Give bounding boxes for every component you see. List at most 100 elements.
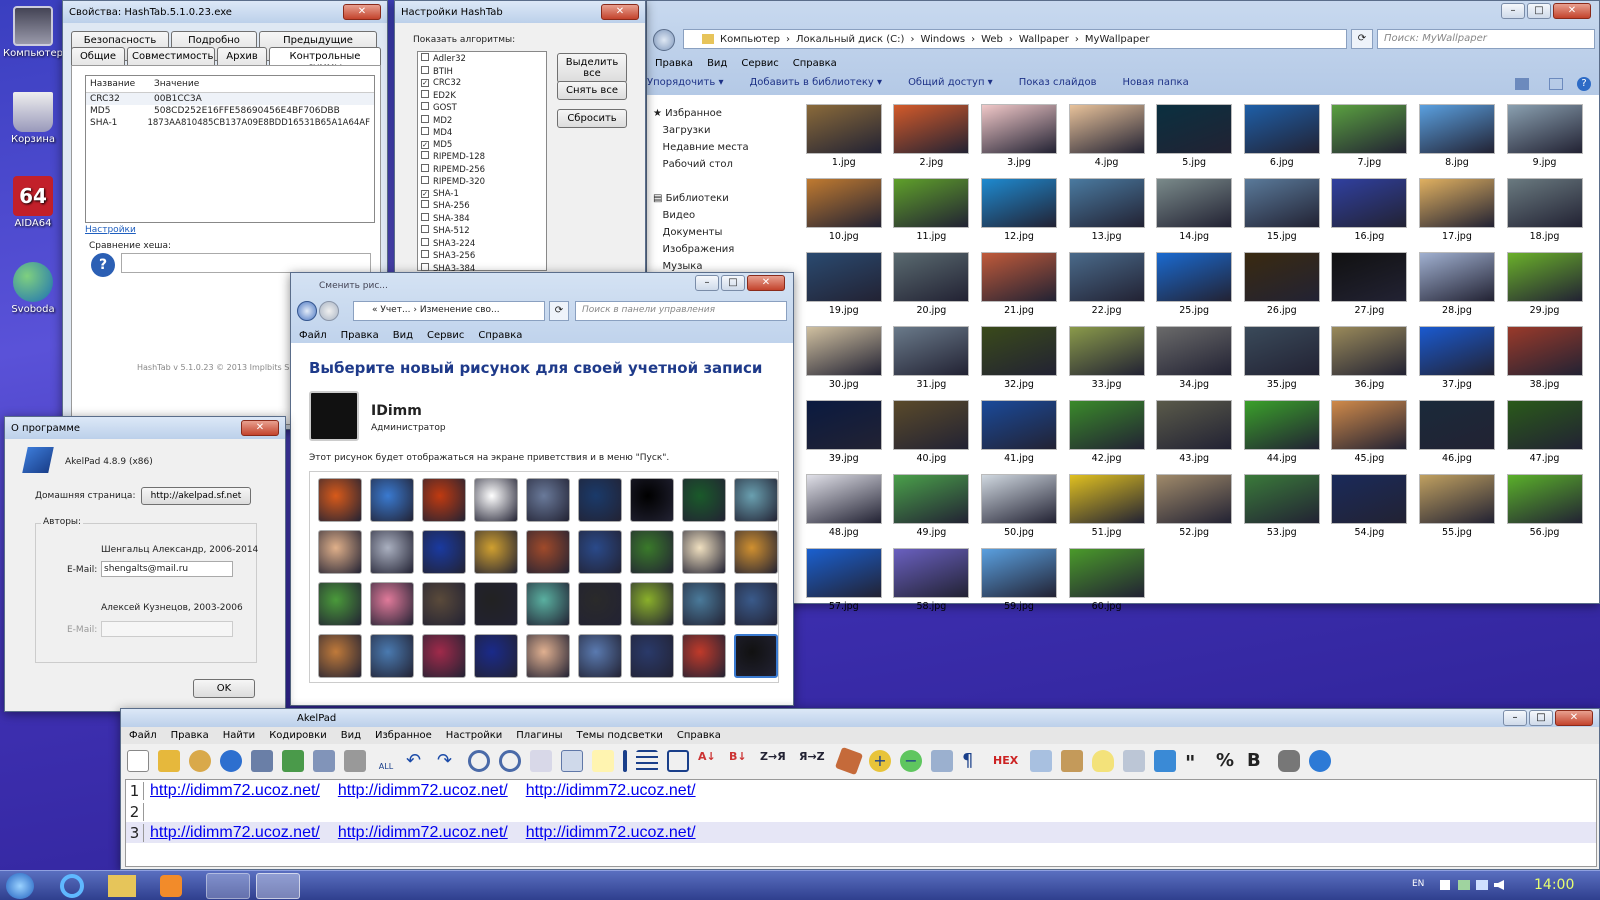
avatar-option[interactable] bbox=[370, 530, 414, 574]
file-thumbnail[interactable]: 46.jpg bbox=[1413, 400, 1501, 464]
column-mode-icon[interactable] bbox=[623, 750, 627, 772]
file-thumbnail[interactable]: 36.jpg bbox=[1326, 326, 1414, 390]
code-fold-icon[interactable] bbox=[1030, 750, 1052, 772]
avatar-option[interactable] bbox=[370, 634, 414, 678]
file-thumbnail[interactable]: 48.jpg bbox=[800, 474, 888, 538]
flag-icon[interactable] bbox=[1440, 880, 1450, 890]
word-wrap-icon[interactable] bbox=[561, 750, 583, 772]
file-thumbnail[interactable]: 32.jpg bbox=[975, 326, 1063, 390]
file-thumbnail[interactable]: 59.jpg bbox=[975, 548, 1063, 612]
file-thumbnail[interactable]: 13.jpg bbox=[1063, 178, 1151, 242]
replace-icon[interactable] bbox=[499, 750, 521, 772]
home-page-link[interactable]: http://akelpad.sf.net bbox=[141, 487, 251, 505]
convert-lat-cyr-icon[interactable]: Z→Я bbox=[760, 750, 790, 772]
checkbox[interactable] bbox=[421, 176, 429, 184]
nav-recent[interactable]: Недавние места bbox=[653, 139, 749, 156]
file-thumbnail[interactable]: 51.jpg bbox=[1063, 474, 1151, 538]
view-options-icon[interactable] bbox=[1515, 78, 1529, 90]
menu-item[interactable]: Избранное bbox=[375, 730, 432, 741]
file-thumbnail[interactable]: 4.jpg bbox=[1063, 104, 1151, 168]
column-header-name[interactable]: Название bbox=[90, 79, 154, 89]
close-icon[interactable]: ✕ bbox=[241, 420, 279, 436]
file-thumbnail[interactable]: 25.jpg bbox=[1150, 252, 1238, 316]
checkbox[interactable] bbox=[421, 53, 429, 61]
file-thumbnail[interactable]: 27.jpg bbox=[1326, 252, 1414, 316]
plugin-icon[interactable] bbox=[1309, 750, 1331, 772]
desktop-icon-computer[interactable]: Компьютер bbox=[2, 6, 64, 59]
hex-icon[interactable]: HEX bbox=[993, 750, 1021, 772]
explorer-taskbar-icon[interactable] bbox=[108, 875, 136, 897]
algorithm-checkbox[interactable]: SHA-384 bbox=[421, 212, 543, 226]
breadcrumb-item[interactable]: Компьютер bbox=[720, 34, 780, 45]
find-icon[interactable] bbox=[189, 750, 211, 772]
close-icon[interactable]: ✕ bbox=[1555, 710, 1593, 726]
zoom-out-icon[interactable]: − bbox=[900, 750, 922, 772]
file-thumbnail[interactable]: 17.jpg bbox=[1413, 178, 1501, 242]
new-folder-button[interactable]: Новая папка bbox=[1122, 77, 1188, 88]
volume-icon[interactable] bbox=[1494, 880, 1504, 890]
algorithm-checkbox[interactable]: SHA3-224 bbox=[421, 237, 543, 251]
nav-documents[interactable]: Документы bbox=[653, 224, 749, 241]
clear-all-button[interactable]: Снять все bbox=[557, 81, 627, 100]
algorithm-checkbox[interactable]: ✓ SHA-1 bbox=[421, 189, 543, 201]
refresh-icon[interactable]: ⟳ bbox=[549, 301, 569, 321]
hash-row[interactable]: SHA-1 1873AA810485CB137A09E8BDD16531B65A1… bbox=[86, 117, 374, 129]
control-panel-taskbar-button[interactable] bbox=[206, 873, 250, 899]
column-header-value[interactable]: Значение bbox=[154, 79, 199, 89]
bold-icon[interactable]: B bbox=[1247, 750, 1269, 772]
checkbox[interactable] bbox=[421, 127, 429, 135]
save-icon[interactable] bbox=[251, 750, 273, 772]
url-link[interactable]: http://idimm72.ucoz.net/ bbox=[338, 782, 508, 800]
algorithm-checkbox[interactable]: ✓ MD5 bbox=[421, 140, 543, 152]
avatar-option[interactable] bbox=[682, 582, 726, 626]
file-thumbnail[interactable]: 8.jpg bbox=[1413, 104, 1501, 168]
checkbox[interactable] bbox=[421, 114, 429, 123]
file-thumbnail[interactable]: 54.jpg bbox=[1326, 474, 1414, 538]
maximize-icon[interactable]: □ bbox=[721, 275, 745, 291]
help-icon[interactable]: ? bbox=[1577, 77, 1591, 91]
desktop-icon-svoboda[interactable]: Svoboda bbox=[2, 262, 64, 315]
file-thumbnail[interactable]: 58.jpg bbox=[888, 548, 976, 612]
url-link[interactable]: http://idimm72.ucoz.net/ bbox=[526, 824, 696, 842]
desktop-icon-recycle[interactable]: Корзина bbox=[2, 92, 64, 145]
menu-item[interactable]: Сервис bbox=[741, 58, 778, 69]
file-thumbnail[interactable]: 26.jpg bbox=[1238, 252, 1326, 316]
file-thumbnail[interactable]: 10.jpg bbox=[800, 178, 888, 242]
avatar-option[interactable] bbox=[422, 634, 466, 678]
avatar-option[interactable] bbox=[318, 634, 362, 678]
lightbulb-icon[interactable] bbox=[1092, 750, 1114, 772]
menu-item[interactable]: Вид bbox=[707, 58, 727, 69]
avatar-option[interactable] bbox=[630, 478, 674, 522]
avatar-option[interactable] bbox=[422, 478, 466, 522]
akelpad-taskbar-button[interactable] bbox=[256, 873, 300, 899]
minimize-icon[interactable]: – bbox=[1503, 710, 1527, 726]
close-icon[interactable]: ✕ bbox=[1553, 3, 1591, 19]
compare-hash-input[interactable] bbox=[121, 253, 371, 273]
checkbox[interactable] bbox=[421, 200, 429, 208]
algorithm-checkbox[interactable]: ✓ CRC32 bbox=[421, 78, 543, 90]
algorithm-checkbox[interactable]: RIPEMD-256 bbox=[421, 163, 543, 177]
breadcrumb-item[interactable]: MyWallpaper bbox=[1085, 34, 1150, 45]
speaker-icon[interactable] bbox=[1278, 750, 1300, 772]
checkbox[interactable]: ✓ bbox=[421, 189, 429, 198]
file-thumbnail[interactable]: 28.jpg bbox=[1413, 252, 1501, 316]
avatar-option[interactable] bbox=[370, 582, 414, 626]
close-icon[interactable]: ✕ bbox=[343, 4, 381, 20]
file-thumbnail[interactable]: 57.jpg bbox=[800, 548, 888, 612]
file-thumbnail[interactable]: 29.jpg bbox=[1501, 252, 1589, 316]
algorithm-checkbox[interactable]: MD4 bbox=[421, 127, 543, 140]
file-thumbnail[interactable]: 53.jpg bbox=[1238, 474, 1326, 538]
file-thumbnail[interactable]: 7.jpg bbox=[1326, 104, 1414, 168]
algorithm-checkbox[interactable]: SHA-512 bbox=[421, 225, 543, 238]
avatar-option[interactable] bbox=[474, 530, 518, 574]
preview-pane-icon[interactable] bbox=[1549, 78, 1563, 90]
algorithm-checkbox[interactable]: RIPEMD-320 bbox=[421, 176, 543, 189]
address-bar[interactable]: « Учет... › Изменение сво... bbox=[353, 301, 545, 321]
menu-item[interactable]: Сервис bbox=[427, 330, 464, 341]
file-thumbnail[interactable]: 34.jpg bbox=[1150, 326, 1238, 390]
address-bar[interactable]: Компьютер › Локальный диск (C:) › Windows ›… bbox=[683, 29, 1347, 49]
checkbox[interactable]: ✓ bbox=[421, 140, 429, 149]
ie-icon[interactable] bbox=[60, 874, 84, 898]
search-icon[interactable] bbox=[468, 750, 490, 772]
select-all-button[interactable]: Выделить все bbox=[557, 53, 627, 83]
